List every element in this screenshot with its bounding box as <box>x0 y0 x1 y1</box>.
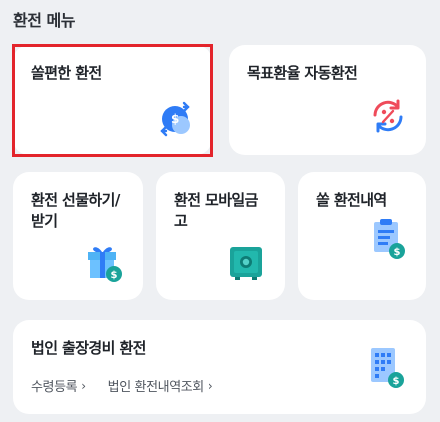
corporate-exchange-label: 법인 출장경비 환전 <box>31 339 146 357</box>
svg-text:$: $ <box>111 270 118 281</box>
receipt-icon: $ <box>374 219 405 259</box>
gift-label: 환전 선물하기/ 받기 <box>31 191 120 230</box>
gift-icon: $ <box>88 247 122 282</box>
chevron-right-icon: › <box>81 378 86 393</box>
target-rate-card[interactable]: 목표환율 자동환전 <box>229 45 426 155</box>
target-rate-label: 목표환율 자동환전 <box>247 64 358 82</box>
corporate-history-label: 법인 환전내역조회 <box>107 380 205 395</box>
mobile-safe-label: 환전 모바일금 고 <box>174 191 258 230</box>
easy-exchange-card[interactable]: 쏠편한 환전 $ <box>13 45 212 155</box>
exchange-history-label: 쏠 환전내역 <box>316 191 387 209</box>
auto-rate-icon <box>373 99 403 133</box>
easy-exchange-label: 쏠편한 환전 <box>31 64 102 82</box>
svg-text:$: $ <box>171 112 179 126</box>
mobile-safe-card[interactable]: 환전 모바일금 고 <box>156 172 285 300</box>
currency-exchange-icon: $ <box>160 101 190 137</box>
corporate-links: 수령등록 › 법인 환전내역조회 › <box>31 376 213 396</box>
section-title: 환전 메뉴 <box>13 11 75 30</box>
svg-text:$: $ <box>393 376 400 387</box>
exchange-history-card[interactable]: 쏠 환전내역 $ <box>298 172 426 300</box>
safe-icon <box>230 247 262 280</box>
svg-text:$: $ <box>394 247 401 258</box>
register-receipt-label: 수령등록 <box>31 380 78 395</box>
register-receipt-link[interactable]: 수령등록 › <box>31 376 86 396</box>
corporate-history-link[interactable]: 법인 환전내역조회 › <box>107 376 213 396</box>
chevron-right-icon: › <box>207 378 213 393</box>
building-icon: $ <box>371 348 404 388</box>
gift-card[interactable]: 환전 선물하기/ 받기 $ <box>13 172 143 300</box>
corporate-exchange-card[interactable]: 법인 출장경비 환전 수령등록 › 법인 환전내역조회 › $ <box>13 320 426 414</box>
